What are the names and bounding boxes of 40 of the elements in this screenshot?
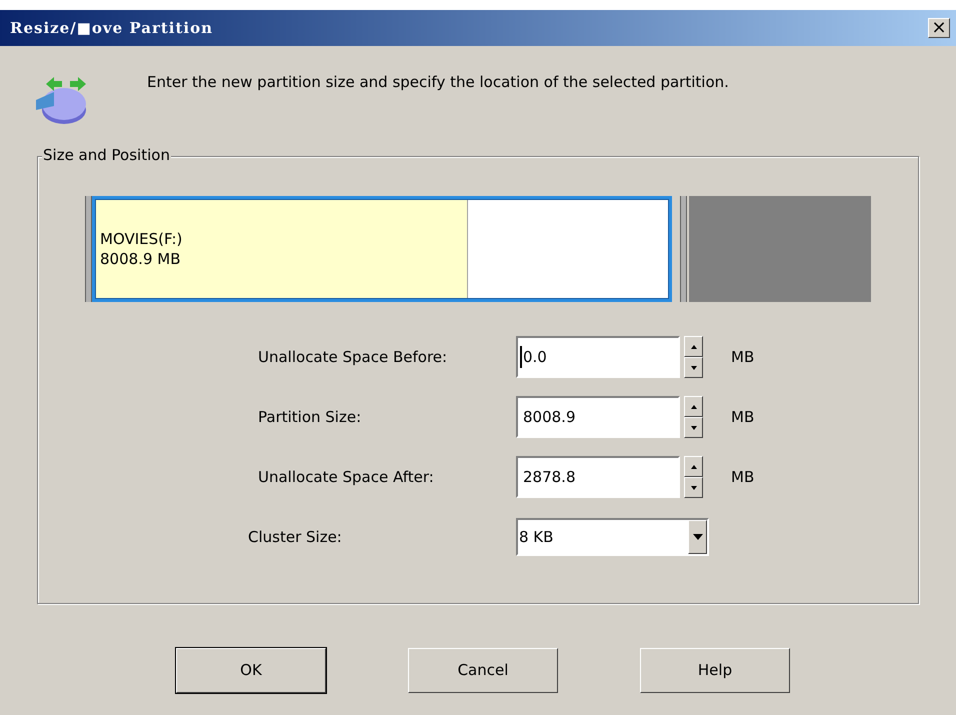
spin-up-button[interactable]: [684, 396, 703, 417]
field-value: 0.0: [522, 346, 547, 368]
unit-label: MB: [731, 406, 754, 428]
number-field[interactable]: 2878.8: [516, 456, 680, 498]
up-arrow-icon: [690, 344, 696, 348]
dialog-button[interactable]: Help: [640, 648, 790, 693]
spin-up-button[interactable]: [684, 456, 703, 477]
field-value: 2878.8: [522, 466, 576, 488]
resize-handle[interactable]: [680, 196, 687, 302]
field-value: 8008.9: [522, 406, 576, 428]
unit-label: MB: [731, 346, 754, 368]
dialog-button[interactable]: Cancel: [408, 648, 558, 693]
field-label: Unallocate Space After:: [257, 466, 435, 488]
spin-down-button[interactable]: [684, 357, 703, 378]
close-button[interactable]: ×: [928, 18, 950, 38]
partition-label: MOVIES(F:): [100, 229, 184, 249]
number-field[interactable]: 0.0: [516, 336, 680, 378]
partition-block[interactable]: MOVIES(F:) 8008.9 MB: [92, 196, 672, 302]
unit-label: MB: [731, 466, 754, 488]
window-title: Resize/■ove Partition: [10, 18, 214, 39]
down-arrow-icon: [690, 486, 696, 490]
down-arrow-icon: [690, 426, 696, 430]
up-arrow-icon: [690, 464, 696, 468]
field-value: 8 KB: [518, 526, 554, 548]
cluster-size-dropdown[interactable]: 8 KB: [516, 518, 709, 556]
down-arrow-icon: [690, 366, 696, 370]
instruction-text: Enter the new partition size and specify the location of the selected partition.: [147, 72, 730, 93]
spin-down-button[interactable]: [684, 477, 703, 498]
number-field[interactable]: 8008.9: [516, 396, 680, 438]
up-arrow-icon: [690, 404, 696, 408]
field-label: Cluster Size:: [247, 526, 343, 548]
partition-size: 8008.9 MB: [100, 249, 182, 269]
field-label: Partition Size:: [257, 406, 362, 428]
field-label: Unallocate Space Before:: [257, 346, 448, 368]
down-arrow-icon: [692, 534, 702, 540]
dialog-button[interactable]: OK: [176, 648, 326, 693]
resize-handle[interactable]: [85, 196, 92, 302]
spin-down-button[interactable]: [684, 417, 703, 438]
spin-up-button[interactable]: [684, 336, 703, 357]
dropdown-arrow-button[interactable]: [688, 520, 707, 554]
